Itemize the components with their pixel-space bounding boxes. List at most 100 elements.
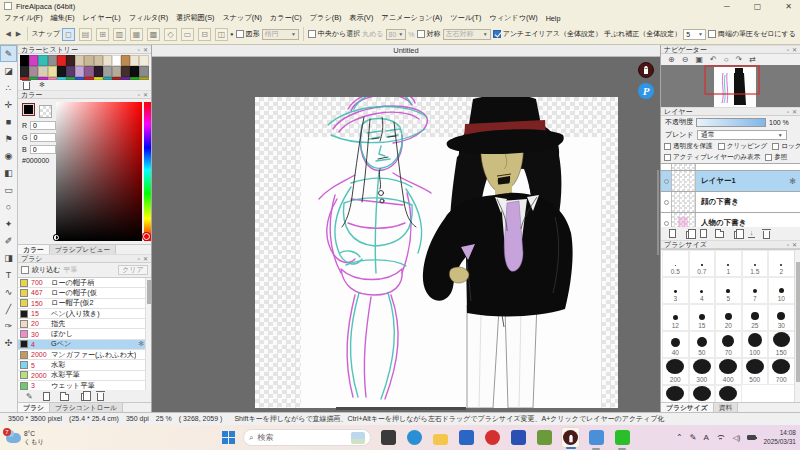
brush-filter-checkbox[interactable] xyxy=(21,266,29,274)
color-swatch[interactable] xyxy=(29,66,38,77)
snap-mode-icon-7[interactable]: ▭ xyxy=(181,28,194,41)
rotate-cw-icon[interactable]: ↷ xyxy=(736,55,743,64)
redo-button[interactable]: ▶ xyxy=(14,29,22,39)
color-swatch[interactable] xyxy=(130,55,139,66)
lock-checkbox[interactable] xyxy=(772,143,779,150)
color-swatch[interactable] xyxy=(29,55,38,66)
color-swatch[interactable] xyxy=(84,66,93,77)
panel-scrollbar[interactable] xyxy=(657,170,659,255)
fill-rect-tool[interactable]: ■ xyxy=(0,113,17,130)
brush-size-cell[interactable]: 3 xyxy=(662,277,689,304)
wifi-icon[interactable] xyxy=(716,434,726,442)
brush-size-cell[interactable]: 20 xyxy=(715,304,742,331)
g-input[interactable] xyxy=(30,133,56,142)
fit-view-icon[interactable]: ▣ xyxy=(695,55,703,64)
p-button[interactable]: P xyxy=(638,83,654,99)
menu-item[interactable]: ブラシ(B) xyxy=(306,13,346,23)
menu-item[interactable]: アニメーション(A) xyxy=(377,13,446,23)
brush-item[interactable]: 2000マンガファー(ふわふわ大) xyxy=(18,350,151,360)
layer-visibility[interactable] xyxy=(661,192,672,212)
brush-size-cell[interactable]: 1.5 xyxy=(742,250,769,277)
color-swatch[interactable] xyxy=(48,55,57,66)
eyedropper-tool[interactable]: ✑ xyxy=(0,317,17,334)
brush-size-cell[interactable]: 12 xyxy=(662,304,689,331)
close-panel-icon[interactable]: ✕ xyxy=(143,46,148,53)
rotate-ccw-icon[interactable]: ↶ xyxy=(710,55,717,64)
weather-widget[interactable]: 7 8°Cくもり xyxy=(6,430,44,446)
brush-item[interactable]: 150ロー帽子(仮2 xyxy=(18,299,151,309)
navigator-thumbnail[interactable] xyxy=(661,65,800,107)
brush-size-cell[interactable]: 25 xyxy=(742,304,769,331)
snap-mode-icon-4[interactable]: ▦ xyxy=(130,28,143,41)
battery-icon[interactable] xyxy=(747,435,756,440)
lasso-tool[interactable]: ○ xyxy=(0,198,17,215)
brush-item[interactable]: 2000水彩平筆 xyxy=(18,371,151,381)
sv-marker[interactable] xyxy=(54,235,59,240)
shape-select[interactable]: 楕円▼ xyxy=(262,29,299,40)
zoom-out-icon[interactable]: ⊖ xyxy=(682,55,689,64)
taskbar-app-minecraft[interactable] xyxy=(535,427,554,448)
canvas-h-scrollbar[interactable] xyxy=(336,407,466,410)
brush-size-cell[interactable]: 100 xyxy=(742,331,769,358)
color-swatch[interactable] xyxy=(75,55,84,66)
snap-mode-icon-2[interactable]: ⊞ xyxy=(96,28,109,41)
polyline-tool[interactable]: ∿ xyxy=(0,283,17,300)
close-button[interactable]: ✕ xyxy=(785,2,792,11)
tray-expand-icon[interactable]: ⌃ xyxy=(676,433,683,442)
gear-icon[interactable]: ✻ xyxy=(39,81,45,89)
brush-size-cell[interactable]: 0.7 xyxy=(689,250,716,277)
symmetry-select[interactable]: 左右対称▼ xyxy=(443,29,491,40)
zoom-in-icon[interactable]: ⊕ xyxy=(668,55,675,64)
antialias-checkbox[interactable] xyxy=(493,30,501,38)
pen-tray-icon[interactable]: ✎ xyxy=(690,433,697,442)
color-swatch[interactable] xyxy=(75,66,84,77)
opacity-slider[interactable] xyxy=(696,118,766,127)
folder-icon[interactable] xyxy=(715,231,724,238)
color-swatch[interactable] xyxy=(139,66,148,77)
snap-mode-icon-0[interactable]: ◻ xyxy=(62,28,75,41)
color-swatch[interactable] xyxy=(94,66,103,77)
brush-size-cell[interactable]: 15 xyxy=(689,304,716,331)
stabilizer-select[interactable]: 5▼ xyxy=(683,29,706,40)
taskbar-search[interactable]: ⌕ 検索 xyxy=(243,429,371,446)
delete-brush-icon[interactable] xyxy=(97,393,104,401)
float-panel-icon[interactable]: ▫ xyxy=(787,242,789,248)
volume-icon[interactable]: ◁) xyxy=(733,434,741,442)
saturation-value-picker[interactable] xyxy=(56,102,142,241)
brush-size-cell[interactable]: 700 xyxy=(768,358,795,385)
color-swatch[interactable] xyxy=(103,66,112,77)
tab-brush[interactable]: ブラシ xyxy=(18,403,50,412)
color-swatch[interactable] xyxy=(57,55,66,66)
color-swatch[interactable] xyxy=(130,66,139,77)
menu-item[interactable]: スナップ(N) xyxy=(218,13,265,23)
color-swatch[interactable] xyxy=(38,55,47,66)
brush-item[interactable]: 700ローの帽子柄 xyxy=(18,278,151,288)
brush-filter-clear-button[interactable]: クリア xyxy=(118,265,148,275)
clock[interactable]: 14:08 2025/03/31 xyxy=(763,429,796,445)
canvas-viewport[interactable]: P xyxy=(152,57,660,412)
brush-item[interactable]: 5水彩 xyxy=(18,360,151,370)
active-only-checkbox[interactable] xyxy=(664,154,671,161)
center-select-checkbox[interactable] xyxy=(308,30,316,38)
layer-row[interactable]: 顔の下書き xyxy=(661,192,800,213)
tab-material[interactable]: 資料 xyxy=(714,403,739,412)
layer-row-partial[interactable] xyxy=(661,164,800,171)
snap-dot-icon[interactable]: ● xyxy=(230,31,234,37)
color-swatch[interactable] xyxy=(66,66,75,77)
snap-mode-icon-3[interactable]: ▥ xyxy=(113,28,126,41)
brush-folder-icon[interactable] xyxy=(60,394,69,401)
taskbar-app-red-app[interactable] xyxy=(483,427,502,448)
snap-mode-icon-6[interactable]: ◇ xyxy=(164,28,177,41)
reference-checkbox[interactable] xyxy=(765,154,772,161)
brush-size-cell[interactable]: 4 xyxy=(689,277,716,304)
foreground-color-swatch[interactable] xyxy=(22,103,35,116)
r-input[interactable] xyxy=(30,121,56,130)
round-select[interactable]: 80▼ xyxy=(386,29,407,40)
brush-size-cell[interactable]: 0.5 xyxy=(662,250,689,277)
brush-size-cell[interactable]: 50 xyxy=(689,331,716,358)
eraser-tool[interactable]: ◪ xyxy=(0,62,17,79)
clipping-checkbox[interactable] xyxy=(718,143,725,150)
color-swatch[interactable] xyxy=(57,66,66,77)
tab-brush-size[interactable]: ブラシサイズ xyxy=(661,403,714,412)
menu-item[interactable]: ツール(T) xyxy=(446,13,485,23)
